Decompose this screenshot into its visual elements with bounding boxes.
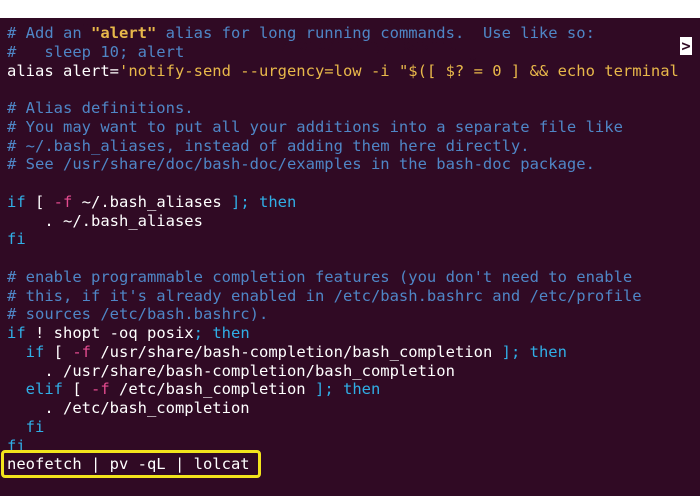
code-token: -f <box>91 380 110 399</box>
code-token: # You may want to put all your additions… <box>7 117 623 136</box>
code-line[interactable]: # ~/.bash_aliases, instead of adding the… <box>7 137 700 156</box>
code-token: alias for long running commands. Use lik… <box>156 24 595 42</box>
code-token: # sleep 10; alert <box>7 42 185 61</box>
terminal-window[interactable]: GNU nano 6.2 /home/munny/.bashrc * # Add… <box>0 0 700 496</box>
code-token: /usr/share/bash-completion/bash_completi… <box>91 342 502 361</box>
code-token: # enable programmable completion feature… <box>7 267 633 286</box>
code-token: [ <box>44 342 73 361</box>
highlight-box <box>1 450 261 478</box>
code-line[interactable] <box>7 249 700 268</box>
code-line[interactable]: fi <box>7 230 700 249</box>
code-token: elif <box>25 380 63 399</box>
code-token: then <box>343 380 381 399</box>
code-token: fi <box>7 230 26 249</box>
code-token: alias alert= <box>7 61 119 80</box>
code-token: . ~/.bash_aliases <box>7 211 203 230</box>
code-line[interactable]: # Add an "alert" alias for long running … <box>7 24 700 43</box>
code-token: ~/.bash_aliases <box>72 192 231 211</box>
code-line[interactable]: # sleep 10; alert <box>7 43 700 62</box>
code-token: ]; <box>501 342 521 361</box>
code-token: 'notify-send --urgency=low -i "$([ $? = … <box>118 61 679 80</box>
code-line[interactable]: . /usr/share/bash-completion/bash_comple… <box>7 362 700 381</box>
code-token: if <box>7 324 26 342</box>
code-token: . /etc/bash_completion <box>7 399 250 417</box>
code-line[interactable]: # See /usr/share/doc/bash-doc/examples i… <box>7 155 700 174</box>
code-line[interactable]: elif [ -f /etc/bash_completion ]; then <box>7 380 700 399</box>
code-token: # this, if it's already enabled in /etc/… <box>7 286 642 305</box>
code-line[interactable]: # Alias definitions. <box>7 99 700 118</box>
code-token: ; <box>193 324 203 342</box>
code-token: -f <box>53 192 73 211</box>
code-line[interactable]: # this, if it's already enabled in /etc/… <box>7 287 700 306</box>
code-token: [ <box>63 380 91 399</box>
code-token: # sources /etc/bash.bashrc). <box>7 305 269 324</box>
code-token: # Add an <box>7 24 91 42</box>
code-line[interactable]: if [ -f ~/.bash_aliases ]; then <box>7 193 700 212</box>
code-line[interactable]: if [ -f /usr/share/bash-completion/bash_… <box>7 343 700 362</box>
code-token: [ <box>25 192 54 211</box>
code-token: -f <box>72 342 92 361</box>
code-line[interactable]: . ~/.bash_aliases <box>7 212 700 231</box>
code-token: . /usr/share/bash-completion/bash_comple… <box>7 361 455 380</box>
code-line[interactable]: # enable programmable completion feature… <box>7 268 700 287</box>
code-token: then <box>259 192 297 211</box>
code-line[interactable]: alias alert='notify-send --urgency=low -… <box>7 62 700 81</box>
code-line[interactable]: . /etc/bash_completion <box>7 399 700 418</box>
line-truncated-marker: > <box>680 37 692 55</box>
code-token: # Alias definitions. <box>7 99 194 117</box>
code-line[interactable]: # sources /etc/bash.bashrc). <box>7 305 700 324</box>
code-line[interactable]: fi <box>7 418 700 437</box>
code-line[interactable] <box>7 174 700 193</box>
code-token: "alert" <box>91 24 157 42</box>
code-token: then <box>212 324 250 342</box>
code-token: if <box>25 342 45 361</box>
code-token: ]; <box>230 192 250 211</box>
code-line[interactable] <box>7 80 700 99</box>
code-token: /etc/bash_completion <box>109 380 315 399</box>
code-token: ]; <box>314 380 334 399</box>
editor-text-area[interactable]: # Add an "alert" alias for long running … <box>7 24 700 474</box>
nano-title-bar: GNU nano 6.2 /home/munny/.bashrc * <box>0 0 700 72</box>
code-token: # See /usr/share/doc/bash-doc/examples i… <box>7 155 595 174</box>
code-token: then <box>529 342 567 361</box>
code-token: if <box>7 192 26 211</box>
code-token: ! shopt -oq posix <box>25 324 194 342</box>
code-line[interactable]: if ! shopt -oq posix; then <box>7 324 700 343</box>
code-line[interactable]: # You may want to put all your additions… <box>7 118 700 137</box>
code-token: # ~/.bash_aliases, instead of adding the… <box>7 136 530 155</box>
code-token: fi <box>25 417 45 436</box>
